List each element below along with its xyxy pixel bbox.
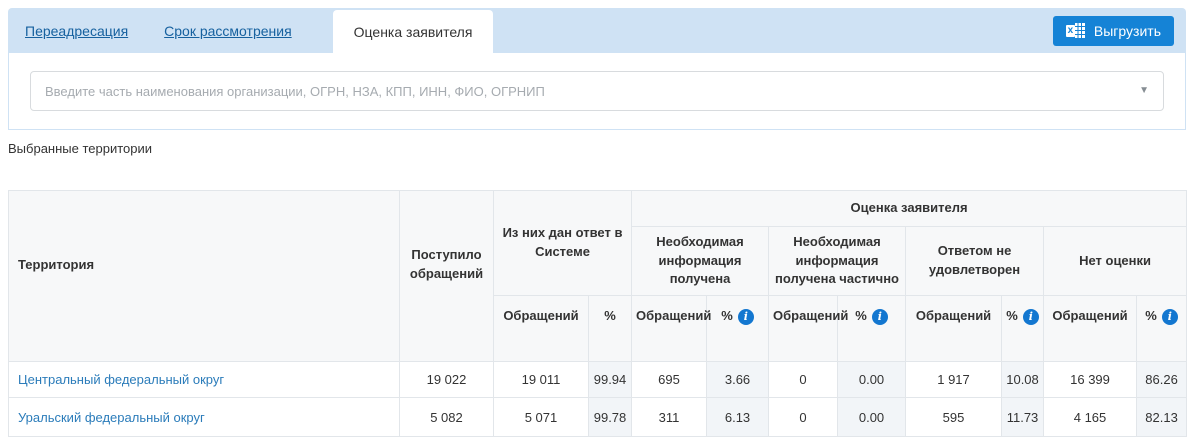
- col-header-appeals: Обращений: [493, 295, 589, 362]
- cell-received: 5 082: [399, 397, 494, 437]
- cell-appeals: 311: [631, 397, 708, 437]
- table-row: Центральный федеральный округ 19 022 19 …: [8, 361, 1188, 398]
- org-search-input[interactable]: [30, 71, 1164, 111]
- cell-percent: 6.13: [706, 397, 770, 437]
- cell-appeals: 16 399: [1043, 361, 1138, 398]
- table-row: Уральский федеральный округ 5 082 5 071 …: [8, 397, 1188, 437]
- cell-appeals: 5 071: [493, 397, 589, 437]
- cell-percent: 10.08: [1001, 361, 1045, 398]
- excel-icon: x: [1065, 22, 1086, 40]
- export-button[interactable]: x Выгрузить: [1052, 16, 1174, 46]
- cell-percent: 11.73: [1001, 397, 1045, 437]
- group-header-info-received: Необходимая информация получена: [631, 226, 770, 296]
- cell-received: 19 022: [399, 361, 494, 398]
- territories-table: Территория Поступило обращений Из них да…: [8, 190, 1188, 437]
- cell-appeals: 19 011: [493, 361, 589, 398]
- tab-pereadresaciya[interactable]: Переадресация: [25, 23, 128, 39]
- group-header-applicant-rating: Оценка заявителя: [631, 190, 1188, 227]
- chevron-down-icon[interactable]: ▼: [1139, 86, 1149, 96]
- cell-appeals: 0: [768, 361, 839, 398]
- col-header-percent: % i: [837, 295, 907, 362]
- cell-appeals: 0: [768, 397, 839, 437]
- cell-percent: 0.00: [837, 397, 907, 437]
- col-header-percent: % i: [706, 295, 770, 362]
- tab-bar: Переадресация Срок рассмотрения Оценка з…: [8, 8, 1186, 53]
- excel-grid-icon: [1074, 22, 1086, 39]
- cell-appeals: 595: [905, 397, 1003, 437]
- cell-percent: 99.94: [587, 361, 633, 398]
- info-icon[interactable]: i: [871, 308, 888, 325]
- tab-ocenka-zayavitelya[interactable]: Оценка заявителя: [332, 10, 494, 53]
- col-header-appeals: Обращений: [905, 295, 1003, 362]
- cell-percent: 86.26: [1136, 361, 1188, 398]
- group-header-info-partial: Необходимая информация получена частично: [768, 226, 907, 296]
- col-header-received: Поступило обращений: [399, 190, 494, 362]
- col-header-appeals: Обращений: [1043, 295, 1138, 362]
- export-button-label: Выгрузить: [1093, 23, 1161, 39]
- group-header-no-rating: Нет оценки: [1043, 226, 1188, 296]
- info-icon[interactable]: i: [1161, 308, 1178, 325]
- info-icon[interactable]: i: [1022, 308, 1039, 325]
- col-header-percent: % i: [1136, 295, 1188, 362]
- cell-percent: 0.00: [837, 361, 907, 398]
- report-panel: Переадресация Срок рассмотрения Оценка з…: [8, 8, 1186, 130]
- search-section: ▼: [8, 53, 1186, 130]
- col-header-percent: %: [587, 295, 633, 362]
- tab-srok-rassmotreniya[interactable]: Срок рассмотрения: [164, 23, 292, 39]
- territory-link[interactable]: Уральский федеральный округ: [18, 410, 205, 425]
- info-icon[interactable]: i: [737, 308, 754, 325]
- selected-territories-label: Выбранные территории: [8, 141, 153, 156]
- cell-percent: 99.78: [587, 397, 633, 437]
- cell-percent: 82.13: [1136, 397, 1188, 437]
- col-header-territory: Территория: [8, 190, 400, 362]
- cell-appeals: 695: [631, 361, 708, 398]
- cell-appeals: 1 917: [905, 361, 1003, 398]
- org-search-combobox: ▼: [30, 71, 1164, 111]
- group-header-not-satisfied: Ответом не удовлетворен: [905, 226, 1045, 296]
- col-header-percent: % i: [1001, 295, 1045, 362]
- col-header-appeals: Обращений: [768, 295, 848, 362]
- territory-link[interactable]: Центральный федеральный округ: [18, 372, 224, 387]
- excel-x-icon: x: [1065, 24, 1075, 37]
- cell-appeals: 4 165: [1043, 397, 1138, 437]
- col-header-appeals: Обращений: [631, 295, 711, 362]
- group-header-answered-in-system: Из них дан ответ в Системе: [492, 190, 633, 296]
- cell-percent: 3.66: [706, 361, 770, 398]
